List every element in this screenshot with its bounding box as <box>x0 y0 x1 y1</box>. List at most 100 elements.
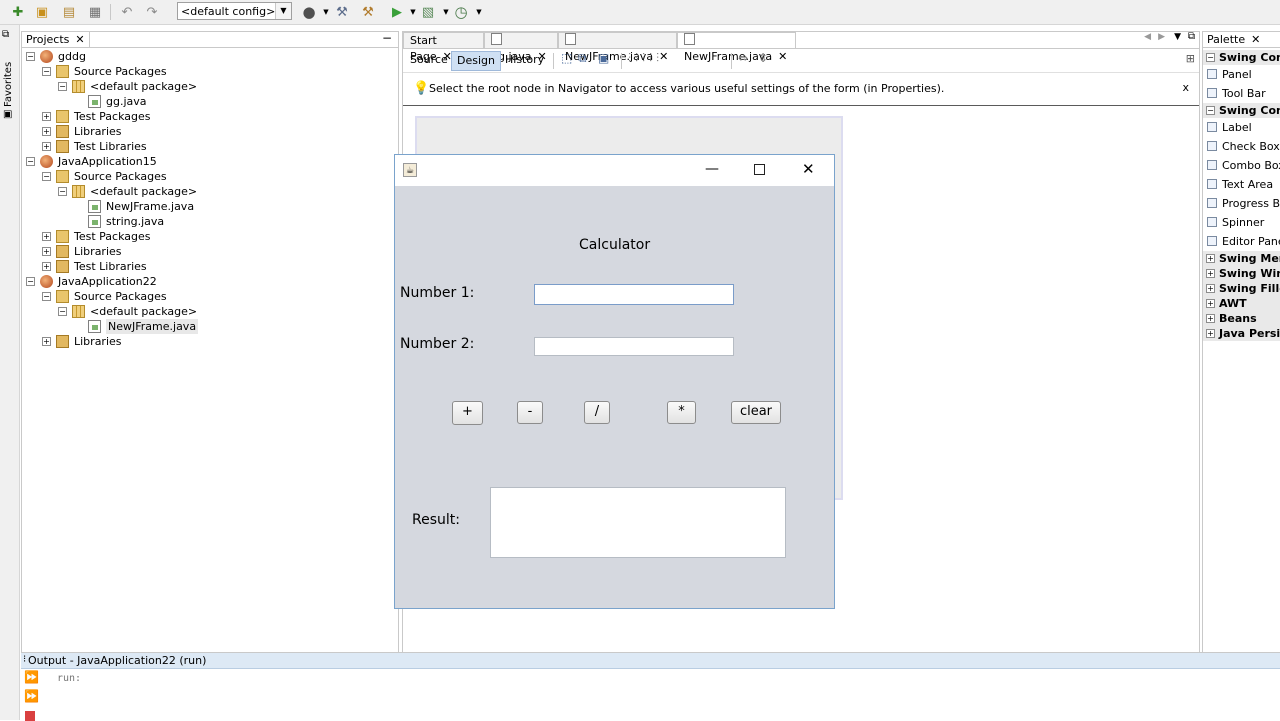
palette-category[interactable]: + Swing Fillers <box>1203 281 1280 296</box>
palette-item[interactable]: Text Area <box>1203 175 1280 194</box>
palette-item[interactable]: Editor Pane <box>1203 232 1280 251</box>
globe-icon[interactable]: ● <box>300 3 318 21</box>
palette-category[interactable]: + Beans <box>1203 311 1280 326</box>
close-icon[interactable]: ✕ <box>75 33 84 46</box>
palette-item[interactable]: Tool Bar <box>1203 84 1280 103</box>
palette-category[interactable]: −Swing Cont <box>1203 50 1280 65</box>
collapse-icon[interactable]: − <box>58 82 67 91</box>
tab-document[interactable]: NewJFrame.java ✕ <box>558 32 677 63</box>
tab-palette[interactable]: Palette ✕ <box>1203 32 1265 47</box>
align-buttons[interactable]: ⫶⫶⫶⫶⫶ <box>628 51 663 66</box>
collapse-icon[interactable]: − <box>26 52 35 61</box>
tab-scroll-right-icon[interactable]: ▶ <box>1158 32 1165 42</box>
save-all-icon[interactable]: ▦ <box>86 3 104 21</box>
tab-document[interactable]: gg.java ✕ <box>484 32 558 63</box>
expand-icon[interactable]: + <box>42 112 51 121</box>
expand-icon[interactable]: + <box>1206 299 1215 308</box>
expand-icon[interactable]: + <box>42 337 51 346</box>
palette-category[interactable]: + AWT <box>1203 296 1280 311</box>
config-select[interactable]: <default config> ▼ <box>177 2 292 20</box>
package-icon <box>72 305 85 318</box>
palette-item[interactable]: Progress Bar <box>1203 194 1280 213</box>
expand-icon[interactable]: + <box>42 247 51 256</box>
favorites-icon[interactable]: ▣ <box>3 109 12 120</box>
palette-category[interactable]: + Swing Wind <box>1203 266 1280 281</box>
number2-input[interactable] <box>534 337 734 356</box>
maximize-icon[interactable] <box>754 164 765 175</box>
palette-category[interactable]: −Swing Cont <box>1203 103 1280 118</box>
palette-category[interactable]: + Swing Menu <box>1203 251 1280 266</box>
favorites-tab[interactable]: Favorites <box>3 47 17 107</box>
clean-build-icon[interactable]: ⚒ <box>359 3 377 21</box>
vertical-resize-icon[interactable]: ⇕ <box>758 51 768 65</box>
tab-scroll-left-icon[interactable]: ◀ <box>1144 32 1151 42</box>
minimize-icon[interactable]: − <box>382 31 392 45</box>
expand-icon[interactable]: + <box>42 232 51 241</box>
output-title: Output - JavaApplication22 (run) <box>28 654 207 667</box>
add-button[interactable]: + <box>452 401 483 425</box>
collapse-icon[interactable]: − <box>26 277 35 286</box>
restore-window-icon[interactable]: ⧉ <box>1188 31 1195 42</box>
palette-item[interactable]: Check Box <box>1203 137 1280 156</box>
collapse-icon[interactable]: − <box>42 172 51 181</box>
build-icon[interactable]: ⚒ <box>333 3 351 21</box>
palette-item[interactable]: Combo Box <box>1203 156 1280 175</box>
hint-close-button[interactable]: x <box>1182 81 1189 94</box>
rerun-icon[interactable]: ⏩ <box>24 670 39 684</box>
tab-document[interactable]: Start Page ✕ <box>403 32 484 63</box>
expand-icon[interactable]: ⊞ <box>1186 52 1195 65</box>
palette-item[interactable]: Label <box>1203 118 1280 137</box>
clear-button[interactable]: clear <box>731 401 781 424</box>
drag-handle-icon[interactable]: ⁝ <box>23 654 26 665</box>
collapse-icon[interactable]: − <box>42 292 51 301</box>
expand-icon[interactable]: + <box>1206 329 1215 338</box>
expand-icon[interactable]: + <box>1206 254 1215 263</box>
close-icon[interactable]: ✕ <box>1251 33 1260 46</box>
result-area[interactable] <box>490 487 786 558</box>
undo-icon[interactable]: ↶ <box>118 3 136 21</box>
tab-document[interactable]: NewJFrame.java ✕ <box>677 32 796 63</box>
redo-icon[interactable]: ↷ <box>143 3 161 21</box>
collapse-icon[interactable]: − <box>42 67 51 76</box>
source-mode-button[interactable]: Source <box>405 51 453 69</box>
restore-window-icon[interactable]: ⧉ <box>2 29 9 40</box>
expand-icon[interactable]: + <box>1206 284 1215 293</box>
number1-input[interactable] <box>534 284 734 305</box>
collapse-icon[interactable]: − <box>1206 106 1215 115</box>
new-project-icon[interactable]: ▣ <box>33 3 51 21</box>
debug-icon[interactable]: ▧ <box>419 3 437 21</box>
minimize-icon[interactable]: — <box>705 161 719 177</box>
profile-icon[interactable]: ◷ <box>452 3 470 21</box>
new-file-icon[interactable]: ✚ <box>9 3 27 21</box>
collapse-icon[interactable]: − <box>58 307 67 316</box>
selection-mode-icon[interactable]: ⬚ <box>561 51 572 65</box>
expand-icon[interactable]: + <box>42 262 51 271</box>
multiply-button[interactable]: * <box>667 401 696 424</box>
expand-icon[interactable]: + <box>1206 269 1215 278</box>
history-mode-button[interactable]: History <box>500 51 549 69</box>
horizontal-resize-icon[interactable]: ⇔ <box>738 51 748 65</box>
chevron-down-icon[interactable]: ▼ <box>470 3 488 21</box>
palette-category-label: Swing Fillers <box>1219 282 1280 295</box>
preview-design-icon[interactable]: ▣ <box>598 51 609 65</box>
expand-icon[interactable]: + <box>1206 314 1215 323</box>
design-mode-button[interactable]: Design <box>451 51 501 71</box>
close-icon[interactable]: ✕ <box>802 160 815 178</box>
connection-mode-icon[interactable]: ⧉ <box>578 51 587 66</box>
subtract-button[interactable]: - <box>517 401 543 424</box>
palette-category[interactable]: + Java Persis <box>1203 326 1280 341</box>
divide-button[interactable]: / <box>584 401 610 424</box>
open-project-icon[interactable]: ▤ <box>60 3 78 21</box>
expand-icon[interactable]: + <box>42 127 51 136</box>
expand-icon[interactable]: + <box>42 142 51 151</box>
close-icon[interactable]: ✕ <box>778 50 787 63</box>
collapse-icon[interactable]: − <box>1206 53 1215 62</box>
rerun-with-params-icon[interactable]: ⏩ <box>24 689 39 703</box>
tab-projects[interactable]: Projects ✕ <box>22 32 90 47</box>
palette-item[interactable]: Spinner <box>1203 213 1280 232</box>
collapse-icon[interactable]: − <box>26 157 35 166</box>
palette-item[interactable]: Panel <box>1203 65 1280 84</box>
tab-list-icon[interactable]: ▼ <box>1174 32 1181 42</box>
chevron-down-icon: ▼ <box>275 3 291 19</box>
collapse-icon[interactable]: − <box>58 187 67 196</box>
